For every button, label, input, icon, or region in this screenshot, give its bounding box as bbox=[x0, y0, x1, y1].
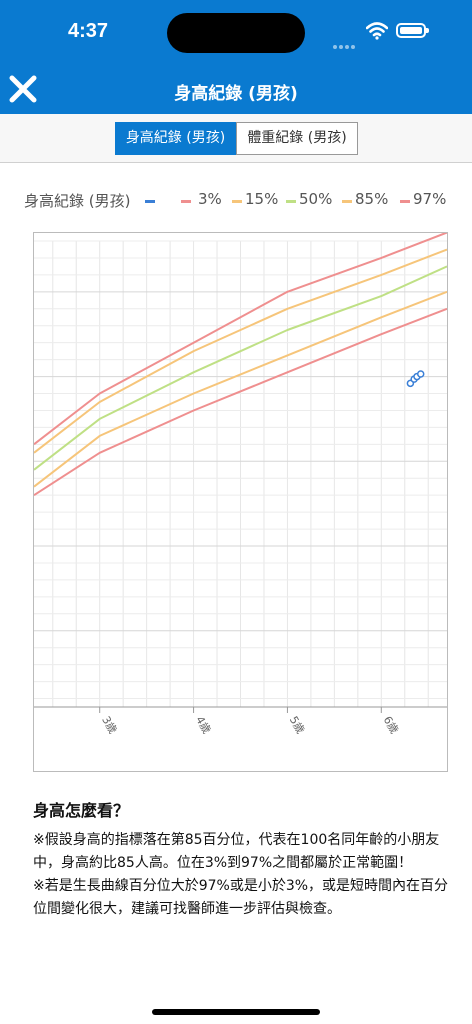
info-title: 身高怎麼看？ bbox=[33, 801, 130, 820]
legend-label-p85: 85% bbox=[355, 190, 389, 208]
x-tick-label: 6歲 bbox=[381, 714, 402, 737]
legend-label-p97: 97% bbox=[413, 190, 447, 208]
legend-label-record: 身高紀錄 (男孩) bbox=[24, 192, 131, 210]
legend-swatch-p3 bbox=[181, 200, 191, 203]
segmented-control: 身高紀錄 (男孩) 體重紀錄 (男孩) bbox=[0, 114, 472, 163]
status-bar: 4:37 bbox=[0, 0, 472, 64]
wifi-icon bbox=[366, 22, 388, 40]
info-section: 身高怎麼看？ ※假設身高的指標落在第85百分位，代表在100名同年齡的小朋友中，… bbox=[33, 797, 453, 921]
nav-bar: 身高紀錄 (男孩) bbox=[0, 64, 472, 114]
cellular-signal-icon bbox=[333, 34, 359, 49]
tab-weight-record[interactable]: 體重紀錄 (男孩) bbox=[236, 122, 358, 155]
legend-swatch-record bbox=[145, 200, 155, 203]
chart-legend: 身高紀錄 (男孩) 3% 15% 50% 85% 97% bbox=[0, 190, 472, 212]
battery-icon bbox=[396, 23, 429, 38]
record-point bbox=[416, 370, 425, 378]
legend-swatch-p97 bbox=[400, 200, 410, 203]
x-tick-label: 3歲 bbox=[99, 714, 120, 737]
page-title: 身高紀錄 (男孩) bbox=[174, 84, 298, 104]
dynamic-island bbox=[167, 13, 305, 53]
tab-height-record[interactable]: 身高紀錄 (男孩) bbox=[115, 122, 236, 155]
info-paragraph-2: ※若是生長曲線百分位大於97%或是小於3%，或是短時間內在百分位間變化很大，建議… bbox=[33, 878, 449, 917]
legend-swatch-p15 bbox=[232, 200, 242, 203]
legend-label-p3: 3% bbox=[198, 190, 222, 208]
legend-swatch-p85 bbox=[342, 200, 352, 203]
x-tick-label: 5歲 bbox=[287, 714, 308, 737]
legend-label-p50: 50% bbox=[299, 190, 333, 208]
legend-swatch-p50 bbox=[286, 200, 296, 203]
growth-chart-plot: 3歲4歲5歲6歲7 bbox=[34, 233, 447, 737]
growth-chart[interactable]: 3歲4歲5歲6歲7 bbox=[33, 232, 448, 772]
legend-label-p15: 15% bbox=[245, 190, 279, 208]
home-indicator[interactable] bbox=[152, 1009, 320, 1015]
info-paragraph-1: ※假設身高的指標落在第85百分位，代表在100名同年齡的小朋友中，身高約比85人… bbox=[33, 832, 440, 871]
x-tick-label: 4歲 bbox=[193, 714, 214, 737]
status-time: 4:37 bbox=[68, 20, 109, 42]
